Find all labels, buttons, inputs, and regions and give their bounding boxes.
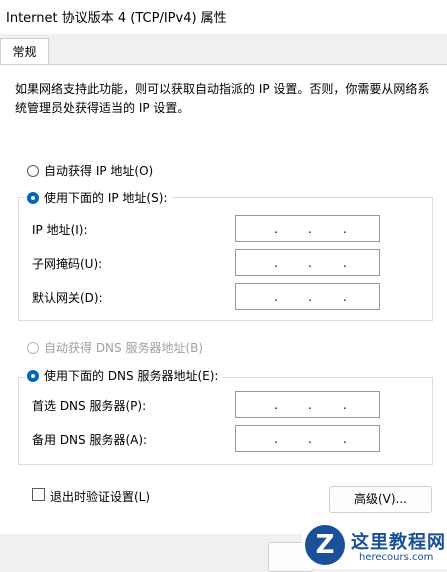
subnet-mask-field[interactable]: ... bbox=[235, 249, 380, 276]
watermark-url: herecours.com bbox=[359, 552, 434, 563]
preferred-dns-label: 首选 DNS 服务器(P): bbox=[32, 399, 147, 413]
manual-ip-radio[interactable] bbox=[27, 191, 39, 204]
preferred-dns-field[interactable]: ... bbox=[235, 391, 380, 418]
default-gateway-label: 默认网关(D): bbox=[32, 291, 103, 305]
watermark-logo-icon: Z bbox=[305, 525, 345, 565]
title-bar: Internet 协议版本 4 (TCP/IPv4) 属性 bbox=[0, 0, 447, 34]
auto-ip-radio[interactable] bbox=[27, 164, 39, 177]
tab-general[interactable]: 常规 bbox=[0, 38, 49, 65]
alternate-dns-label: 备用 DNS 服务器(A): bbox=[32, 433, 148, 447]
manual-dns-radio[interactable] bbox=[27, 369, 39, 382]
auto-dns-label: 自动获得 DNS 服务器地址(B) bbox=[44, 341, 204, 355]
auto-dns-option: 自动获得 DNS 服务器地址(B) bbox=[27, 339, 203, 356]
auto-ip-option[interactable]: 自动获得 IP 地址(O) bbox=[27, 162, 153, 179]
watermark: Z 这里教程网 herecours.com bbox=[302, 519, 447, 569]
auto-dns-radio bbox=[27, 341, 39, 354]
validate-label: 退出时验证设置(L) bbox=[50, 490, 151, 504]
ip-address-field[interactable]: ... bbox=[235, 215, 380, 242]
watermark-site-name: 这里教程网 bbox=[351, 532, 446, 553]
ip-address-label: IP 地址(I): bbox=[32, 223, 88, 237]
validate-checkbox[interactable] bbox=[32, 488, 45, 501]
advanced-button[interactable]: 高级(V)... bbox=[329, 486, 432, 513]
manual-ip-label: 使用下面的 IP 地址(S): bbox=[44, 191, 168, 205]
default-gateway-field[interactable]: ... bbox=[235, 283, 380, 310]
auto-ip-label: 自动获得 IP 地址(O) bbox=[44, 164, 154, 178]
window-title: Internet 协议版本 4 (TCP/IPv4) 属性 bbox=[6, 11, 227, 26]
manual-dns-label: 使用下面的 DNS 服务器地址(E): bbox=[44, 369, 219, 383]
manual-dns-option[interactable]: 使用下面的 DNS 服务器地址(E): bbox=[27, 367, 218, 384]
description-text: 如果网络支持此功能，则可以获取自动指派的 IP 设置。否则，你需要从网络系统管理… bbox=[15, 82, 430, 115]
subnet-mask-label: 子网掩码(U): bbox=[32, 257, 103, 271]
alternate-dns-field[interactable]: ... bbox=[235, 425, 380, 452]
manual-ip-option[interactable]: 使用下面的 IP 地址(S): bbox=[27, 189, 167, 206]
